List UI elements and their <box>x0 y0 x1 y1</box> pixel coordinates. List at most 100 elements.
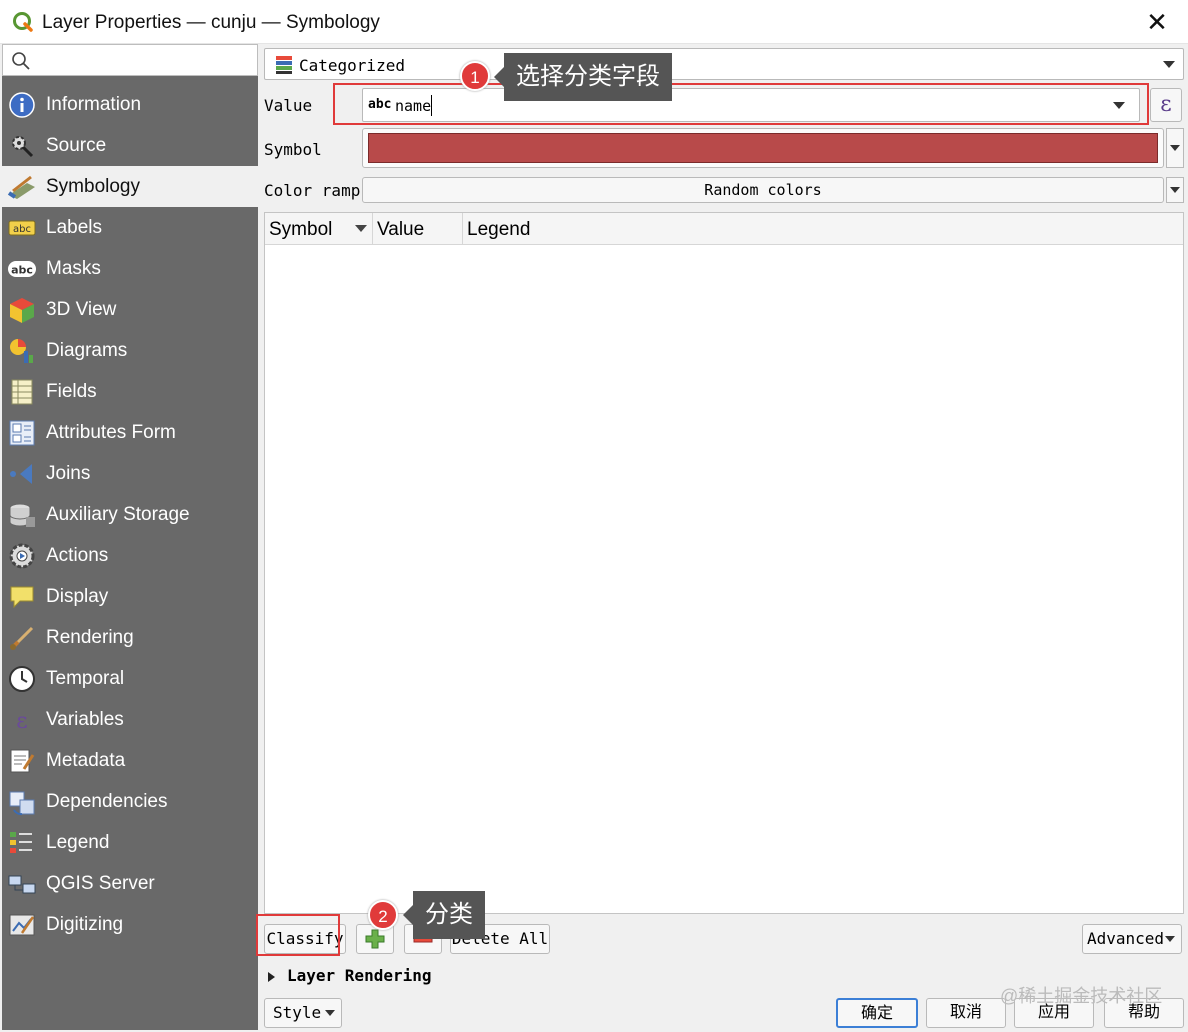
plus-icon <box>365 929 385 949</box>
svg-text:abc: abc <box>13 224 31 235</box>
qgis-logo-icon <box>13 12 33 32</box>
sidebar-item-label: Display <box>46 585 109 607</box>
expression-builder-button[interactable]: ε <box>1150 88 1182 122</box>
labels-icon: abc <box>6 212 38 244</box>
source-icon <box>6 130 38 162</box>
categories-table[interactable]: Symbol Value Legend <box>264 212 1184 914</box>
qgis-server-icon <box>6 868 38 900</box>
legend-icon <box>6 827 38 859</box>
digitizing-icon <box>6 909 38 941</box>
sidebar-item-rendering[interactable]: Rendering <box>2 617 258 658</box>
sidebar-item-auxiliary-storage[interactable]: Auxiliary Storage <box>2 494 258 535</box>
table-header: Symbol Value Legend <box>265 213 1183 245</box>
value-label: Value <box>264 96 313 115</box>
value-field-highlight <box>333 83 1149 125</box>
chevron-down-icon <box>1170 187 1180 193</box>
chevron-down-icon <box>325 1010 335 1016</box>
sidebar-item-information[interactable]: Information <box>2 84 258 125</box>
sidebar-item-attributes-form[interactable]: Attributes Form <box>2 412 258 453</box>
sidebar-item-label: QGIS Server <box>46 872 155 894</box>
sidebar-item-label: Labels <box>46 216 102 238</box>
sidebar-item-label: Source <box>46 134 107 156</box>
step-1-callout: 选择分类字段 <box>494 53 672 101</box>
sidebar-item-label: Digitizing <box>46 913 124 935</box>
sidebar-nav: Information Source Symbology abc Labels … <box>2 84 258 945</box>
layer-rendering-label: Layer Rendering <box>287 966 432 985</box>
variables-icon: ε <box>6 704 38 736</box>
sidebar-item-qgis-server[interactable]: QGIS Server <box>2 863 258 904</box>
sidebar-item-symbology[interactable]: Symbology <box>2 166 258 207</box>
sidebar-item-joins[interactable]: Joins <box>2 453 258 494</box>
masks-icon: abc <box>6 253 38 285</box>
style-button[interactable]: Style <box>264 998 342 1028</box>
advanced-label: Advanced <box>1087 929 1165 948</box>
sidebar-item-label: 3D View <box>46 298 117 320</box>
classify-highlight <box>256 914 340 956</box>
categorized-renderer-icon <box>276 56 292 74</box>
sidebar-item-digitizing[interactable]: Digitizing <box>2 904 258 945</box>
sidebar-item-fields[interactable]: Fields <box>2 371 258 412</box>
rendering-icon <box>6 622 38 654</box>
chevron-down-icon <box>1165 936 1175 942</box>
sidebar-item-dependencies[interactable]: Dependencies <box>2 781 258 822</box>
window-title: Layer Properties — cunju — Symbology <box>42 12 380 33</box>
close-button[interactable]: ✕ <box>1140 6 1174 38</box>
color-ramp-dropdown-button[interactable] <box>1166 177 1184 203</box>
title-bar: Layer Properties — cunju — Symbology ✕ <box>0 0 1188 44</box>
sidebar-item-label: Dependencies <box>46 790 168 812</box>
symbology-icon <box>6 171 38 203</box>
ok-button[interactable]: 确定 <box>836 998 918 1028</box>
column-header-legend[interactable]: Legend <box>463 213 1183 245</box>
layer-rendering-toggle[interactable]: Layer Rendering <box>268 966 432 985</box>
sidebar-item-source[interactable]: Source <box>2 125 258 166</box>
renderer-type-value: Categorized <box>299 56 405 75</box>
actions-icon <box>6 540 38 572</box>
svg-text:ε: ε <box>16 709 27 734</box>
sidebar-item-label: Actions <box>46 544 109 566</box>
color-ramp-label: Color ramp <box>264 181 361 200</box>
svg-text:abc: abc <box>11 263 33 276</box>
sidebar-item-diagrams[interactable]: Diagrams <box>2 330 258 371</box>
sidebar-item-label: Auxiliary Storage <box>46 503 190 525</box>
sidebar-item-temporal[interactable]: Temporal <box>2 658 258 699</box>
step-1-badge: 1 <box>460 61 490 91</box>
sidebar-search-input[interactable] <box>2 44 258 76</box>
symbology-panel: Categorized Value abc name ε Symbol Colo… <box>262 44 1186 1030</box>
symbol-dropdown-button[interactable] <box>1166 128 1184 168</box>
cancel-button[interactable]: 取消 <box>926 998 1006 1028</box>
chevron-down-icon <box>1170 145 1180 151</box>
step-2-callout: 分类 <box>403 891 485 939</box>
sidebar-item-masks[interactable]: abc Masks <box>2 248 258 289</box>
metadata-icon <box>6 745 38 777</box>
advanced-button[interactable]: Advanced <box>1082 924 1182 954</box>
attributes-form-icon <box>6 417 38 449</box>
info-icon <box>6 89 38 121</box>
diagrams-icon <box>6 335 38 367</box>
sidebar-item-actions[interactable]: Actions <box>2 535 258 576</box>
sidebar-item-display[interactable]: Display <box>2 576 258 617</box>
symbol-button[interactable] <box>362 128 1164 168</box>
sidebar-item-legend[interactable]: Legend <box>2 822 258 863</box>
column-header-value[interactable]: Value <box>373 213 463 245</box>
sidebar-item-label: Metadata <box>46 749 126 771</box>
column-header-symbol[interactable]: Symbol <box>265 213 373 245</box>
sidebar-item-labels[interactable]: abc Labels <box>2 207 258 248</box>
auxiliary-storage-icon <box>6 499 38 531</box>
style-label: Style <box>273 1003 322 1022</box>
temporal-icon <box>6 663 38 695</box>
sidebar-item-3d-view[interactable]: 3D View <box>2 289 258 330</box>
sidebar-item-label: Masks <box>46 257 101 279</box>
sidebar-item-metadata[interactable]: Metadata <box>2 740 258 781</box>
sort-indicator-icon <box>355 225 367 232</box>
fields-icon <box>6 376 38 408</box>
chevron-down-icon <box>1163 61 1175 68</box>
color-ramp-button[interactable]: Random colors <box>362 177 1164 203</box>
search-icon <box>12 52 30 70</box>
sidebar-item-label: Joins <box>46 462 91 484</box>
sidebar-item-variables[interactable]: ε Variables <box>2 699 258 740</box>
step-2-badge: 2 <box>368 900 398 930</box>
sidebar-item-label: Attributes Form <box>46 421 176 443</box>
symbol-label: Symbol <box>264 140 322 159</box>
sidebar-item-label: Rendering <box>46 626 134 648</box>
renderer-type-select[interactable]: Categorized <box>264 48 1184 80</box>
